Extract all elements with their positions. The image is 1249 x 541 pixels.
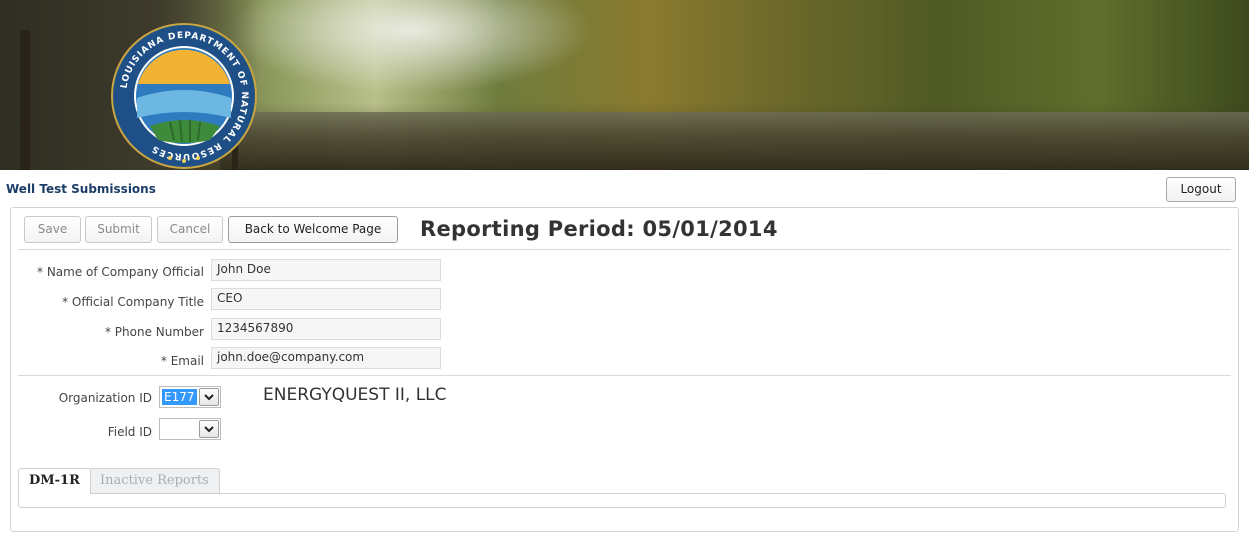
organization-id-label: Organization ID — [58, 391, 152, 405]
phone-field[interactable]: 1234567890 — [211, 318, 441, 340]
chevron-down-icon[interactable] — [199, 388, 219, 406]
save-button[interactable]: Save — [24, 216, 81, 243]
tab-content-panel — [18, 493, 1226, 508]
field-id-select[interactable] — [159, 418, 221, 440]
header-banner: LOUISIANA DEPARTMENT OF NATURAL RESOURCE… — [0, 0, 1249, 170]
organization-id-select[interactable]: E177 — [159, 386, 221, 408]
organization-name: ENERGYQUEST II, LLC — [263, 385, 447, 405]
back-to-welcome-button[interactable]: Back to Welcome Page — [228, 216, 398, 243]
divider — [18, 375, 1231, 376]
cancel-button[interactable]: Cancel — [157, 216, 223, 243]
phone-label: * Phone Number — [104, 325, 204, 339]
tab-inactive-reports[interactable]: Inactive Reports — [89, 468, 220, 493]
email-label: * Email — [160, 354, 204, 368]
field-id-label: Field ID — [107, 425, 152, 439]
dnr-seal-logo: LOUISIANA DEPARTMENT OF NATURAL RESOURCE… — [111, 23, 257, 169]
banner-river — [220, 112, 1249, 170]
reporting-period: Reporting Period: 05/01/2014 — [420, 217, 778, 241]
logout-button[interactable]: Logout — [1166, 177, 1236, 202]
company-official-field[interactable]: John Doe — [211, 259, 441, 281]
company-official-label: * Name of Company Official — [37, 265, 204, 279]
organization-id-value: E177 — [162, 389, 197, 405]
page-title: Well Test Submissions — [6, 182, 156, 196]
tab-dm-1r[interactable]: DM-1R — [18, 468, 91, 494]
email-field[interactable]: john.doe@company.com — [211, 347, 441, 369]
official-title-field[interactable]: CEO — [211, 288, 441, 310]
submit-button[interactable]: Submit — [85, 216, 152, 243]
banner-post — [20, 30, 30, 170]
official-title-label: * Official Company Title — [62, 295, 204, 309]
chevron-down-icon[interactable] — [199, 420, 219, 438]
divider — [18, 249, 1231, 250]
